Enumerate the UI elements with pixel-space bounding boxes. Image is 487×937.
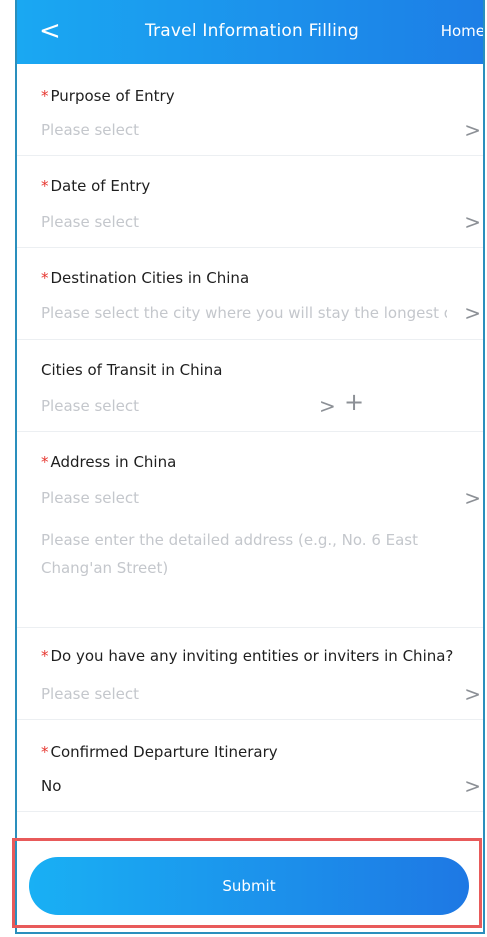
page-title: Travel Information Filling — [145, 21, 359, 41]
chevron-right-icon[interactable]: > — [464, 212, 481, 232]
field-departure-itinerary[interactable]: * Confirmed Departure Itinerary No > — [17, 720, 483, 812]
date-select[interactable]: Please select — [41, 212, 139, 232]
chevron-right-icon[interactable]: > — [464, 488, 481, 508]
submit-button[interactable]: Submit — [29, 857, 469, 915]
itinerary-select[interactable]: No — [41, 776, 61, 796]
chevron-right-icon[interactable]: > — [464, 776, 481, 796]
app-frame: < Travel Information Filling Home * Purpo… — [15, 0, 485, 934]
field-address[interactable]: * Address in China Please select > Please… — [17, 432, 483, 628]
required-mark: * — [41, 87, 49, 105]
field-destination-cities[interactable]: * Destination Cities in China Please sele… — [17, 248, 483, 340]
field-transit-cities[interactable]: Cities of Transit in China Please select… — [17, 340, 483, 432]
field-inviting-entities[interactable]: * Do you have any inviting entities or in… — [17, 628, 483, 720]
required-mark: * — [41, 177, 49, 195]
required-mark: * — [41, 647, 49, 665]
transit-select[interactable]: Please select — [41, 396, 139, 416]
inviter-select[interactable]: Please select — [41, 684, 139, 704]
chevron-right-icon[interactable]: > — [464, 684, 481, 704]
required-mark: * — [41, 743, 49, 761]
field-label: * Date of Entry — [41, 177, 151, 195]
field-purpose-of-entry[interactable]: * Purpose of Entry Please select > — [17, 64, 483, 156]
required-mark: * — [41, 269, 49, 287]
address-select[interactable]: Please select — [41, 488, 139, 508]
home-link[interactable]: Home — [441, 21, 483, 41]
chevron-right-icon[interactable]: > — [319, 396, 336, 416]
required-mark: * — [41, 453, 49, 471]
plus-icon[interactable]: + — [344, 390, 364, 414]
destination-select[interactable]: Please select the city where you will st… — [41, 303, 447, 323]
field-label: * Address in China — [41, 453, 177, 471]
field-date-of-entry[interactable]: * Date of Entry Please select > — [17, 156, 483, 248]
purpose-select[interactable]: Please select — [41, 120, 139, 140]
field-label: Cities of Transit in China — [41, 361, 223, 379]
field-label: * Do you have any inviting entities or in… — [41, 647, 454, 665]
detailed-address-input[interactable]: Please enter the detailed address (e.g.,… — [41, 526, 481, 582]
field-label: * Confirmed Departure Itinerary — [41, 743, 278, 761]
chevron-right-icon[interactable]: > — [464, 303, 481, 323]
field-label: * Destination Cities in China — [41, 269, 250, 287]
top-bar: < Travel Information Filling Home — [17, 0, 483, 64]
chevron-right-icon[interactable]: > — [464, 120, 481, 140]
field-label: * Purpose of Entry — [41, 87, 175, 105]
submit-highlight: Submit — [12, 838, 482, 928]
